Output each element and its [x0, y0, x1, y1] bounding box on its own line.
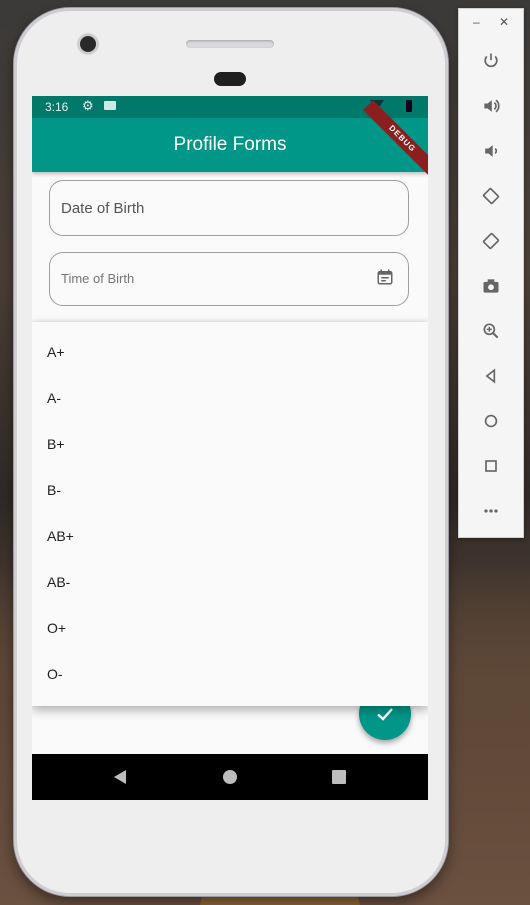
- battery-icon: [406, 100, 412, 112]
- nav-home-icon[interactable]: [223, 770, 237, 784]
- volume-down-icon[interactable]: [479, 139, 503, 163]
- menu-option-o-negative[interactable]: O-: [47, 666, 63, 682]
- rotate-right-icon[interactable]: [479, 229, 503, 253]
- close-button[interactable]: ✕: [499, 15, 509, 29]
- menu-option-o-positive[interactable]: O+: [47, 620, 66, 636]
- rotate-left-icon[interactable]: [479, 184, 503, 208]
- menu-option-b-positive[interactable]: B+: [47, 436, 65, 452]
- proximity-sensor: [214, 72, 246, 86]
- home-icon[interactable]: [479, 409, 503, 433]
- front-camera: [80, 36, 96, 52]
- app-bar: Profile Forms DEBUG: [32, 100, 428, 178]
- calendar-icon[interactable]: [376, 268, 394, 286]
- overview-icon[interactable]: [479, 454, 503, 478]
- mail-icon: [104, 101, 116, 110]
- back-icon[interactable]: [479, 364, 503, 388]
- nav-back-icon[interactable]: [114, 770, 126, 784]
- earpiece-speaker: [186, 40, 274, 48]
- emulator-toolbar: – ✕: [458, 8, 524, 538]
- menu-option-a-negative[interactable]: A-: [47, 390, 61, 406]
- menu-option-a-positive[interactable]: A+: [47, 344, 65, 360]
- blood-group-dropdown-menu: A+ A- B+ B- AB+ AB- O+ O-: [32, 322, 428, 706]
- time-of-birth-label: Time of Birth: [61, 271, 135, 286]
- zoom-icon[interactable]: [479, 319, 503, 343]
- settings-gear-icon: ⚙: [82, 98, 94, 113]
- device-screen: 3:16 ⚙ Profile Forms DEBUG Date of Birth…: [32, 96, 428, 800]
- more-icon[interactable]: [479, 499, 503, 523]
- system-nav-bar: [32, 754, 428, 800]
- power-icon[interactable]: [479, 49, 503, 73]
- date-of-birth-field[interactable]: Date of Birth: [49, 180, 409, 236]
- menu-option-ab-negative[interactable]: AB-: [47, 574, 70, 590]
- nav-recents-icon[interactable]: [332, 770, 346, 784]
- page-title: Profile Forms: [173, 134, 287, 155]
- date-of-birth-label: Date of Birth: [61, 200, 145, 217]
- time-of-birth-field[interactable]: Time of Birth: [49, 252, 409, 306]
- status-time: 3:16: [45, 100, 69, 114]
- minimize-button[interactable]: –: [473, 15, 480, 29]
- menu-option-b-negative[interactable]: B-: [47, 482, 61, 498]
- screenshot-icon[interactable]: [479, 274, 503, 298]
- volume-up-icon[interactable]: [479, 94, 503, 118]
- menu-option-ab-positive[interactable]: AB+: [47, 528, 74, 544]
